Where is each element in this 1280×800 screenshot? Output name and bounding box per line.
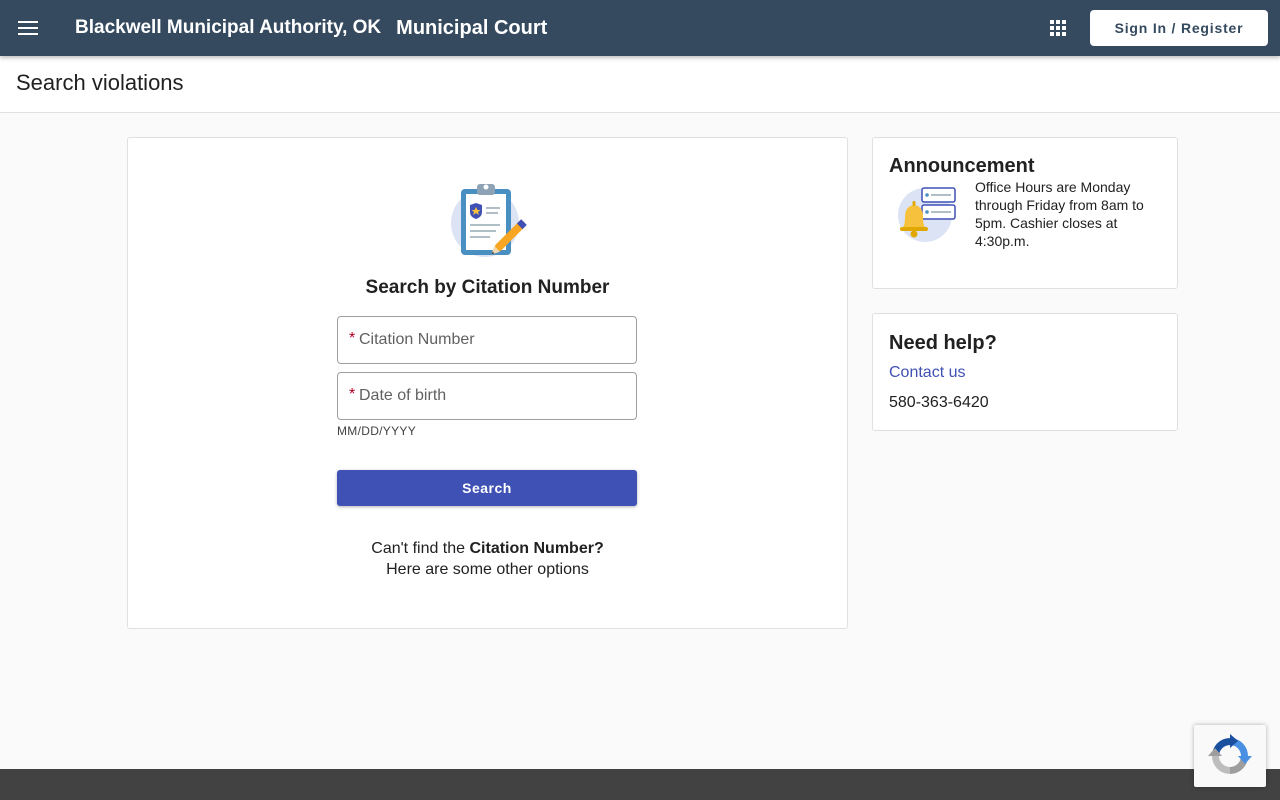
announcement-title: Announcement: [889, 155, 1035, 177]
recaptcha-badge-icon[interactable]: [1194, 725, 1266, 787]
phone-number: 580-363-6420: [889, 394, 989, 411]
announcement-card: Announcement Office Hours are Monday thr…: [872, 137, 1178, 289]
page-header: Search violations: [0, 56, 1280, 113]
help-question-bold: Citation Number?: [469, 540, 604, 557]
footer: [0, 769, 1280, 800]
brand: Blackwell Municipal Authority, OK Munici…: [75, 0, 547, 56]
citation-number-field[interactable]: *: [337, 316, 637, 364]
date-of-birth-field[interactable]: *: [337, 372, 637, 420]
apps-grid-icon[interactable]: [1044, 14, 1072, 42]
page-title: Search violations: [16, 70, 184, 95]
other-options-help: Can't find the Citation Number? Here are…: [128, 538, 847, 580]
court-name: Municipal Court: [396, 16, 548, 39]
clipboard-pen-icon: [451, 181, 527, 263]
date-format-hint: MM/DD/YYYY: [337, 424, 417, 438]
required-asterisk: *: [349, 330, 356, 347]
required-asterisk: *: [349, 386, 356, 403]
other-options-link[interactable]: Here are some other options: [128, 559, 847, 580]
contact-us-link[interactable]: Contact us: [889, 364, 965, 382]
need-help-card: Need help? Contact us 580-363-6420: [872, 313, 1178, 431]
citation-search-card: Search by Citation Number * * MM/DD/YYYY…: [127, 137, 848, 629]
announcement-text: Office Hours are Monday through Friday f…: [975, 179, 1144, 249]
top-app-bar: Blackwell Municipal Authority, OK Munici…: [0, 0, 1280, 56]
org-name: Blackwell Municipal Authority, OK: [75, 17, 382, 38]
search-heading: Search by Citation Number: [365, 277, 610, 298]
help-title: Need help?: [889, 332, 997, 354]
date-of-birth-input[interactable]: [359, 373, 629, 419]
citation-number-input[interactable]: [359, 317, 629, 363]
help-question: Can't find the Citation Number?: [371, 540, 604, 557]
hamburger-menu-icon[interactable]: [14, 14, 42, 42]
sign-in-register-button[interactable]: Sign In / Register: [1090, 10, 1268, 46]
search-button[interactable]: Search: [337, 470, 637, 506]
bell-notification-icon: [895, 185, 957, 243]
